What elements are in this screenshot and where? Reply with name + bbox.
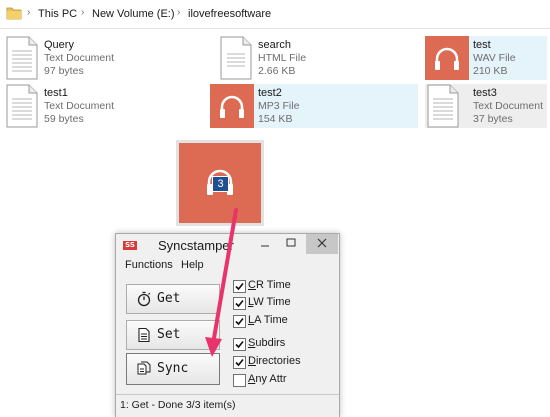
file-size: 154 KB	[258, 113, 293, 125]
checkmark-icon	[235, 340, 244, 349]
get-button[interactable]: Get	[126, 284, 220, 314]
file-item-search[interactable]: search HTML File 2.66 KB	[218, 36, 418, 80]
drag-preview: 3	[176, 140, 264, 226]
copy-icon	[137, 361, 151, 375]
checkbox-label: Any Attr	[248, 373, 287, 385]
file-item-test1[interactable]: test1 Text Document 59 bytes	[4, 84, 204, 128]
menu-functions[interactable]: Functions	[125, 259, 173, 271]
file-name: Query	[44, 39, 74, 51]
checkmark-icon	[235, 317, 244, 326]
document-icon	[138, 327, 150, 343]
headphones-icon	[425, 36, 469, 80]
file-name: test3	[473, 87, 497, 99]
minimize-button[interactable]	[252, 234, 278, 254]
text-doc-icon	[6, 36, 38, 80]
checkbox-label: LW Time	[248, 296, 291, 308]
folder-icon	[6, 7, 22, 20]
checkmark-icon	[235, 282, 244, 291]
file-size: 59 bytes	[44, 113, 84, 125]
file-size: 2.66 KB	[258, 65, 296, 77]
maximize-icon	[286, 238, 296, 247]
title-bar[interactable]: SS Syncstamper	[116, 234, 339, 256]
html-doc-icon	[220, 36, 252, 80]
get-button-label: Get	[157, 291, 181, 306]
breadcrumb-this-pc[interactable]: This PC	[38, 8, 77, 20]
file-size: 97 bytes	[44, 65, 84, 77]
text-doc-icon	[6, 84, 38, 128]
close-icon	[317, 238, 327, 248]
menu-help[interactable]: Help	[181, 259, 204, 271]
file-size: 210 KB	[473, 65, 508, 77]
status-bar: 1: Get - Done 3/3 item(s)	[116, 394, 339, 417]
file-name: search	[258, 39, 292, 51]
checkmark-icon	[235, 299, 244, 308]
file-item-query[interactable]: Query Text Document 97 bytes	[4, 36, 204, 80]
window-title: Syncstamper	[158, 238, 234, 253]
checkbox-label: Directories	[248, 355, 301, 367]
file-item-test[interactable]: test WAV File 210 KB	[425, 36, 547, 80]
file-type: Text Document	[44, 52, 115, 64]
file-size: 37 bytes	[473, 113, 513, 125]
chevron-right-icon: ›	[177, 7, 181, 18]
sync-button[interactable]: Sync	[126, 353, 220, 385]
file-type: Text Document	[44, 100, 115, 112]
file-item-test3[interactable]: test3 Text Document 37 bytes	[425, 84, 547, 128]
chevron-right-icon: ›	[27, 7, 31, 18]
sync-button-label: Sync	[157, 361, 189, 376]
menu-bar: Functions Help	[116, 259, 339, 275]
file-name: test	[473, 39, 491, 51]
set-button[interactable]: Set	[126, 320, 220, 350]
file-item-test2[interactable]: test2 MP3 File 154 KB	[210, 84, 418, 128]
stopwatch-icon	[137, 291, 151, 307]
checkbox-label: CR Time	[248, 279, 291, 291]
file-name: test2	[258, 87, 282, 99]
breadcrumb-ilovefreesoftware[interactable]: ilovefreesoftware	[188, 8, 271, 20]
file-type: HTML File	[258, 52, 307, 64]
breadcrumb-new-volume[interactable]: New Volume (E:)	[92, 8, 175, 20]
checkbox-label: Subdirs	[248, 337, 286, 349]
address-bar[interactable]: › This PC › New Volume (E:) › ilovefrees…	[0, 0, 550, 29]
headphones-icon	[210, 84, 254, 128]
maximize-button[interactable]	[278, 234, 304, 254]
drag-preview-tile: 3	[179, 143, 261, 223]
file-name: test1	[44, 87, 68, 99]
checkmark-icon	[235, 358, 244, 367]
app-logo-icon: SS	[123, 241, 137, 250]
drag-count-badge: 3	[212, 176, 229, 192]
chevron-right-icon: ›	[81, 7, 85, 18]
checkbox-label: LA Time	[248, 314, 288, 326]
minimize-icon	[261, 245, 269, 247]
syncstamper-window: SS Syncstamper Functions Help Get Set Sy…	[115, 233, 340, 417]
text-doc-icon	[427, 84, 459, 128]
set-button-label: Set	[157, 327, 181, 342]
status-text: 1: Get - Done 3/3 item(s)	[120, 399, 236, 411]
file-type: WAV File	[473, 52, 516, 64]
file-type: MP3 File	[258, 100, 300, 112]
close-button[interactable]	[306, 234, 338, 254]
file-type: Text Document	[473, 100, 544, 112]
